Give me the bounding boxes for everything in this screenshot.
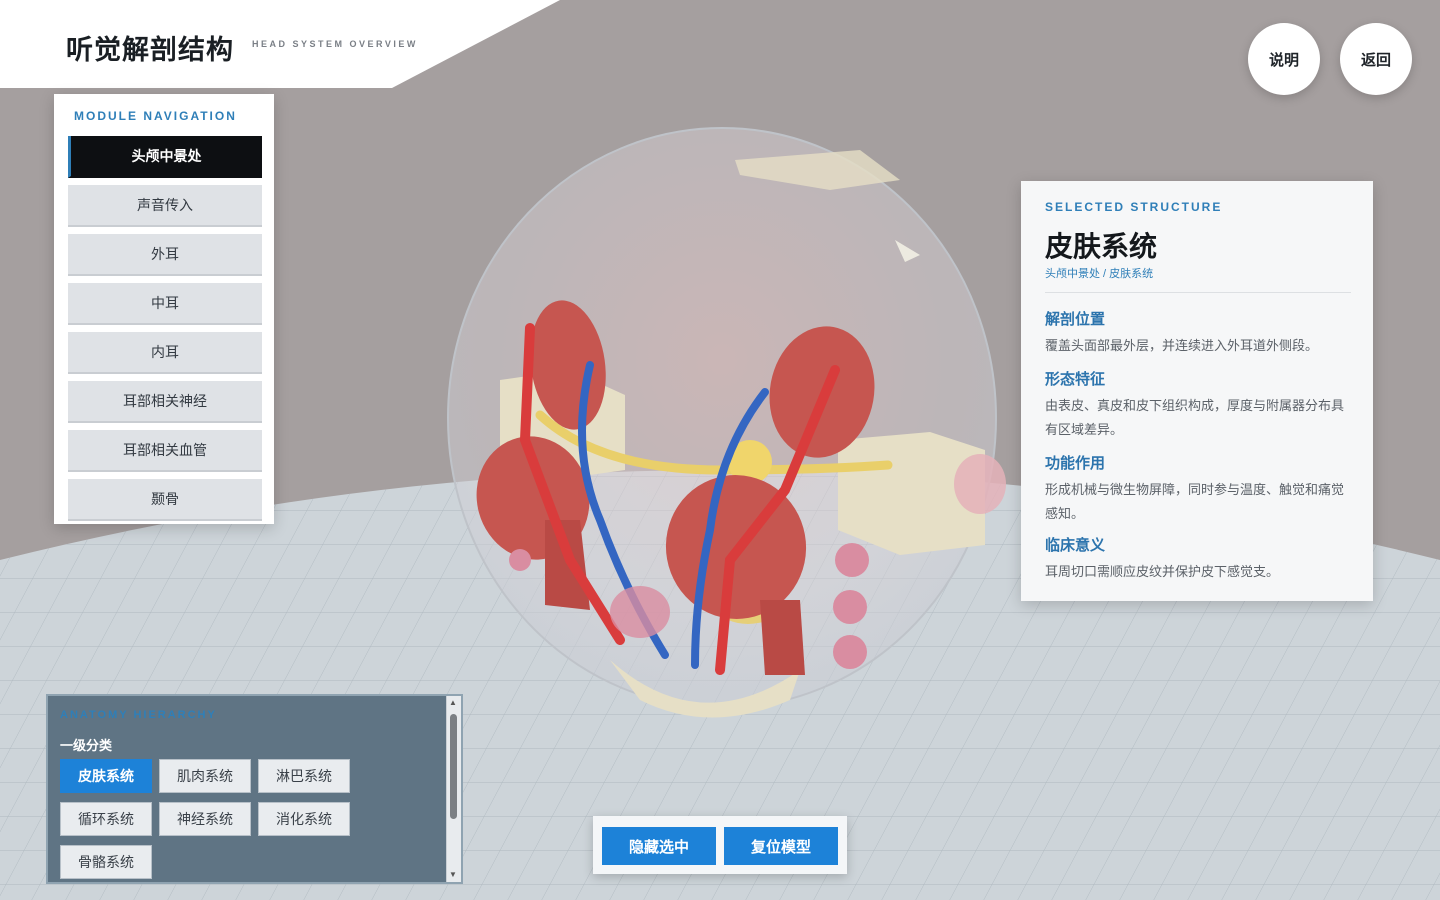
anatomy-hierarchy-panel: ANATOMY HIERARCHY 一级分类 皮肤系统 肌肉系统 淋巴系统 循环… [46, 694, 463, 884]
help-button[interactable]: 说明 [1248, 23, 1320, 95]
nav-item[interactable]: 中耳 [68, 283, 262, 325]
section-heading: 解剖位置 [1045, 311, 1106, 328]
app-subtitle: HEAD SYSTEM OVERVIEW [252, 39, 418, 49]
info-section-function: 功能作用 形成机械与微生物屏障，同时参与温度、触觉和痛觉感知。 [1045, 452, 1355, 526]
section-text: 覆盖头面部最外层，并连续进入外耳道外侧段。 [1045, 338, 1319, 353]
chip-skin-system[interactable]: 皮肤系统 [60, 759, 152, 793]
nav-item[interactable]: 内耳 [68, 332, 262, 374]
structure-breadcrumb: 头颅中景处 / 皮肤系统 [1045, 268, 1154, 280]
divider [1045, 292, 1351, 293]
chip-digestive-system[interactable]: 消化系统 [258, 802, 350, 836]
scroll-up-icon[interactable]: ▲ [449, 698, 457, 708]
chip-muscle-system[interactable]: 肌肉系统 [159, 759, 251, 793]
info-section-location: 解剖位置 覆盖头面部最外层，并连续进入外耳道外侧段。 [1045, 308, 1355, 358]
nav-item[interactable]: 外耳 [68, 234, 262, 276]
module-navigation-panel: MODULE NAVIGATION 头颅中景处 声音传入 外耳 中耳 内耳 耳部… [54, 94, 274, 524]
nav-item[interactable]: 耳部相关血管 [68, 430, 262, 472]
section-text: 由表皮、真皮和皮下组织构成，厚度与附属器分布具有区域差异。 [1045, 398, 1345, 437]
section-heading: 形态特征 [1045, 371, 1106, 388]
scroll-thumb[interactable] [450, 714, 457, 819]
nav-item[interactable]: 头颅中景处 [68, 136, 262, 178]
structure-title: 皮肤系统 [1045, 231, 1158, 262]
nav-item[interactable]: 耳部相关神经 [68, 381, 262, 423]
hide-selected-button[interactable]: 隐藏选中 [602, 827, 716, 865]
nav-item[interactable]: 颞骨 [68, 479, 262, 521]
section-text: 形成机械与微生物屏障，同时参与温度、触觉和痛觉感知。 [1045, 482, 1345, 521]
hierarchy-level-label: 一级分类 [60, 738, 113, 753]
chip-nervous-system[interactable]: 神经系统 [159, 802, 251, 836]
chip-lymph-system[interactable]: 淋巴系统 [258, 759, 350, 793]
selected-structure-panel: SELECTED STRUCTURE 皮肤系统 头颅中景处 / 皮肤系统 解剖位… [1021, 181, 1373, 601]
chip-circulatory-system[interactable]: 循环系统 [60, 802, 152, 836]
reset-model-button[interactable]: 复位模型 [724, 827, 838, 865]
module-nav-list: 头颅中景处 声音传入 外耳 中耳 内耳 耳部相关神经 耳部相关血管 颞骨 [68, 136, 262, 528]
hierarchy-scrollbar[interactable]: ▲ ▼ [446, 696, 461, 882]
nav-item[interactable]: 声音传入 [68, 185, 262, 227]
info-section-clinical: 临床意义 耳周切口需顺应皮纹并保护皮下感觉支。 [1045, 534, 1355, 584]
hierarchy-heading: ANATOMY HIERARCHY [60, 709, 217, 721]
scroll-down-icon[interactable]: ▼ [449, 870, 457, 880]
model-action-bar: 隐藏选中 复位模型 [593, 816, 847, 874]
app-title: 听觉解剖结构 [66, 35, 234, 65]
chip-skeletal-system[interactable]: 骨骼系统 [60, 845, 152, 879]
section-text: 耳周切口需顺应皮纹并保护皮下感觉支。 [1045, 564, 1280, 579]
section-heading: 临床意义 [1045, 537, 1106, 554]
app-viewport: 听觉解剖结构 HEAD SYSTEM OVERVIEW 说明 返回 MODULE… [0, 0, 1440, 900]
section-heading: 功能作用 [1045, 455, 1106, 472]
module-navigation-heading: MODULE NAVIGATION [74, 109, 237, 123]
info-section-morphology: 形态特征 由表皮、真皮和皮下组织构成，厚度与附属器分布具有区域差异。 [1045, 368, 1355, 442]
back-button[interactable]: 返回 [1340, 23, 1412, 95]
selected-structure-heading: SELECTED STRUCTURE [1045, 200, 1223, 214]
